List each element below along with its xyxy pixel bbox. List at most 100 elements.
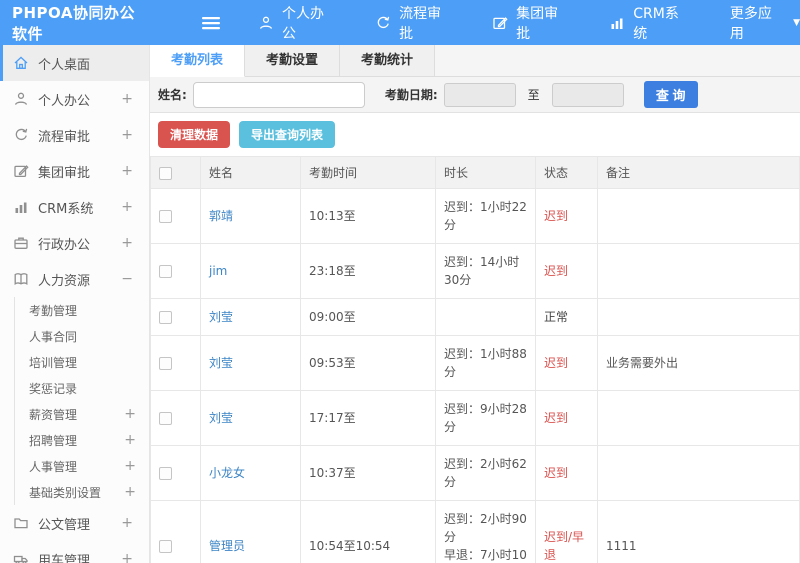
app-title: PHPOA协同办公软件 — [12, 3, 135, 43]
sidebar-item-admin-office[interactable]: 行政办公 + — [0, 225, 149, 261]
sidebar-subitem-base-category-settings[interactable]: 基础类别设置 + — [15, 479, 149, 505]
collapse-toggle[interactable]: − — [121, 271, 133, 287]
hamburger-icon — [202, 16, 220, 29]
row-checkbox[interactable] — [159, 467, 172, 480]
sidebar-subitem-attendance-management[interactable]: 考勤管理 — [15, 297, 149, 323]
status-cell: 迟到 — [535, 390, 598, 446]
clean-data-button[interactable]: 清理数据 — [158, 121, 231, 148]
sidebar-item-label: 集团审批 — [38, 165, 91, 181]
expand-toggle[interactable]: + — [124, 432, 136, 448]
table-row: 小龙女 10:37至 迟到：2小时62分 迟到 — [150, 445, 800, 501]
row-checkbox[interactable] — [159, 357, 172, 370]
expand-toggle[interactable]: + — [124, 484, 136, 500]
expand-toggle[interactable]: + — [121, 235, 133, 251]
sidebar-item-vehicle-management[interactable]: 用车管理 + — [0, 541, 149, 563]
row-checkbox[interactable] — [159, 265, 172, 278]
select-all-checkbox[interactable] — [159, 166, 172, 180]
nav-group-approval[interactable]: 集团审批 — [492, 3, 571, 43]
attendance-table: 姓名 考勤时间 时长 状态 备注 郭靖 10:13至 迟到：1小时22分 迟到 — [150, 156, 800, 563]
edit-icon — [492, 15, 508, 31]
tab-bar: 考勤列表 考勤设置 考勤统计 — [150, 45, 800, 77]
status-cell: 迟到 — [535, 188, 598, 244]
table-header-row: 姓名 考勤时间 时长 状态 备注 — [150, 156, 800, 189]
sidebar-item-document-management[interactable]: 公文管理 + — [0, 505, 149, 541]
col-header-duration: 时长 — [435, 156, 536, 189]
sidebar-subitem-recruit-management[interactable]: 招聘管理 + — [15, 427, 149, 453]
note-cell — [597, 390, 800, 446]
menu-toggle-button[interactable] — [202, 15, 220, 31]
expand-toggle[interactable]: + — [124, 458, 136, 474]
employee-name-link[interactable]: 刘莹 — [209, 310, 233, 324]
sidebar-subitem-training-management[interactable]: 培训管理 — [15, 349, 149, 375]
attendance-time-cell: 10:13至 — [300, 188, 436, 244]
sidebar-subitem-label: 人事管理 — [29, 459, 78, 474]
sidebar-subitem-reward-punishment[interactable]: 奖惩记录 — [15, 375, 149, 401]
export-list-button[interactable]: 导出查询列表 — [239, 121, 336, 148]
expand-toggle[interactable]: + — [121, 551, 133, 563]
nav-personal-office[interactable]: 个人办公 — [258, 3, 337, 43]
expand-toggle[interactable]: + — [121, 127, 133, 143]
expand-toggle[interactable]: + — [121, 515, 133, 531]
employee-name-link[interactable]: 小龙女 — [209, 466, 245, 480]
search-button[interactable]: 查 询 — [643, 81, 698, 108]
sidebar-item-crm-system[interactable]: CRM系统 + — [0, 189, 149, 225]
sidebar-item-human-resources[interactable]: 人力资源 − — [0, 261, 149, 297]
date-to-input[interactable] — [551, 82, 624, 107]
col-header-note: 备注 — [597, 156, 800, 189]
row-checkbox[interactable] — [159, 412, 172, 425]
expand-toggle[interactable]: + — [121, 199, 133, 215]
sidebar-subitem-label: 培训管理 — [29, 355, 78, 370]
sidebar-subitem-salary-management[interactable]: 薪资管理 + — [15, 401, 149, 427]
home-icon — [13, 55, 29, 71]
topbar: PHPOA协同办公软件 个人办公 流程审批 集团审批 CRM系统 更多应用 ▼ — [0, 0, 800, 45]
flow-icon — [375, 15, 391, 31]
sidebar-item-workflow-approval[interactable]: 流程审批 + — [0, 117, 149, 153]
sidebar-item-label: 人力资源 — [38, 273, 91, 289]
sidebar-subitem-label: 考勤管理 — [29, 303, 78, 318]
nav-more-apps[interactable]: 更多应用 ▼ — [730, 3, 800, 43]
name-input[interactable] — [192, 81, 365, 108]
note-cell — [597, 298, 800, 336]
duration-cell: 迟到：2小时62分 — [435, 445, 536, 501]
expand-toggle[interactable]: + — [124, 406, 136, 422]
tab-attendance-settings[interactable]: 考勤设置 — [245, 45, 341, 76]
employee-name-link[interactable]: 刘莹 — [209, 411, 233, 425]
employee-name-link[interactable]: 管理员 — [209, 539, 245, 553]
attendance-time-cell: 23:18至 — [300, 243, 436, 299]
sidebar-item-group-approval[interactable]: 集团审批 + — [0, 153, 149, 189]
row-checkbox[interactable] — [159, 311, 172, 324]
to-label: 至 — [527, 88, 540, 102]
row-checkbox[interactable] — [159, 540, 172, 553]
expand-toggle[interactable]: + — [121, 163, 133, 179]
sidebar-item-personal-office[interactable]: 个人办公 + — [0, 81, 149, 117]
sidebar-subitem-hr-contract[interactable]: 人事合同 — [15, 323, 149, 349]
caret-down-icon: ▼ — [793, 17, 800, 28]
attendance-date-label: 考勤日期: — [384, 88, 438, 102]
date-from-input[interactable] — [443, 82, 516, 107]
briefcase-icon — [13, 235, 29, 251]
duration-cell — [435, 298, 536, 336]
employee-name-link[interactable]: 刘莹 — [209, 356, 233, 370]
employee-name-link[interactable]: jim — [209, 264, 227, 278]
nav-crm-system[interactable]: CRM系统 — [609, 3, 692, 43]
user-icon — [258, 15, 274, 31]
chart-icon — [13, 199, 29, 215]
tab-attendance-list[interactable]: 考勤列表 — [150, 45, 246, 77]
table-row: jim 23:18至 迟到：14小时30分 迟到 — [150, 243, 800, 299]
chart-icon — [609, 15, 625, 31]
folder-icon — [13, 515, 29, 531]
status-cell: 迟到/早退 — [535, 500, 598, 563]
table-row: 郭靖 10:13至 迟到：1小时22分 迟到 — [150, 188, 800, 244]
col-header-name: 姓名 — [200, 156, 301, 189]
sidebar-item-personal-desktop[interactable]: 个人桌面 — [0, 45, 149, 81]
sidebar-subitem-label: 薪资管理 — [29, 407, 78, 422]
tab-attendance-statistics[interactable]: 考勤统计 — [340, 45, 436, 76]
expand-toggle[interactable]: + — [121, 91, 133, 107]
sidebar-subitem-label: 人事合同 — [29, 329, 78, 344]
note-cell — [597, 445, 800, 501]
nav-workflow-approval[interactable]: 流程审批 — [375, 3, 454, 43]
duration-cell: 迟到：1小时22分 — [435, 188, 536, 244]
row-checkbox[interactable] — [159, 210, 172, 223]
employee-name-link[interactable]: 郭靖 — [209, 209, 233, 223]
sidebar-subitem-personnel-management[interactable]: 人事管理 + — [15, 453, 149, 479]
